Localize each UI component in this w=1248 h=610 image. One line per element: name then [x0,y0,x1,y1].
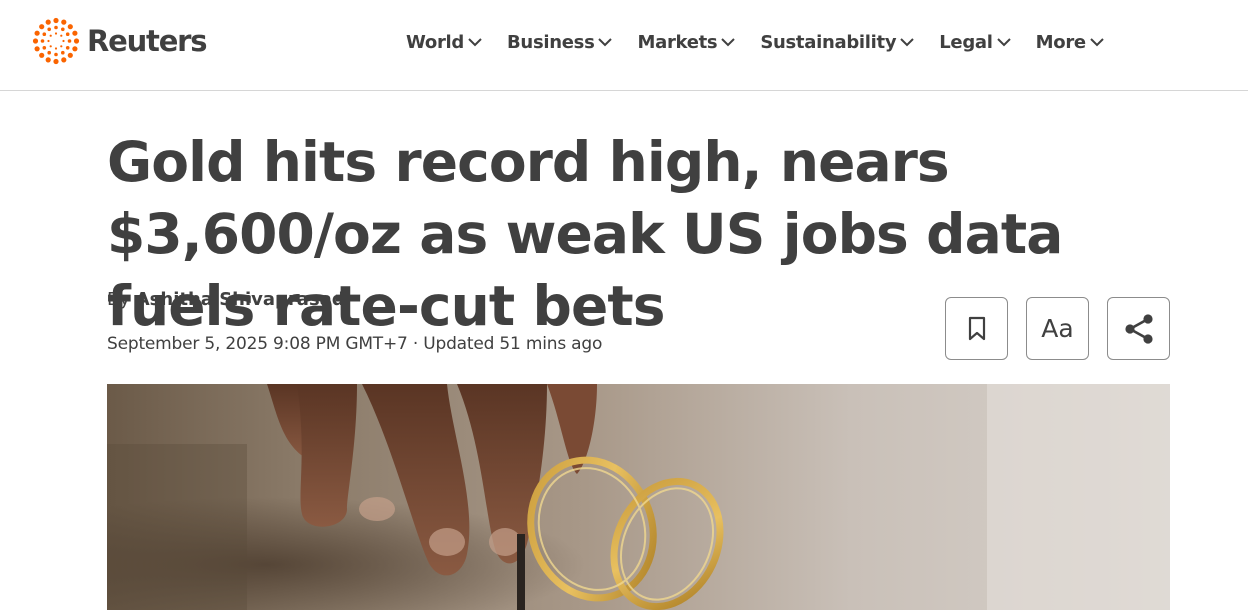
text-size-label: Aa [1041,314,1074,343]
nav-item-label: More [1035,31,1086,53]
byline: By Ashitha Shivaprasad [107,289,345,310]
chevron-down-icon [721,38,736,47]
reuters-logo[interactable]: Reuters [32,17,208,65]
share-button[interactable] [1107,297,1170,360]
bookmark-button[interactable] [945,297,1008,360]
chevron-down-icon [468,38,482,47]
chevron-down-icon [1090,38,1104,47]
nav-item-legal[interactable]: Legal [939,32,1011,53]
nav-item-label: Business [507,31,595,53]
article-tools: Aa [945,297,1170,360]
nav-item-markets[interactable]: Markets [637,32,736,53]
chevron-down-icon [900,38,914,47]
chevron-down-icon [598,38,613,47]
main-nav: World Business Markets Sustainability Le… [406,30,1105,54]
nav-item-more[interactable]: More [1036,32,1105,53]
bookmark-icon [968,316,985,340]
reuters-logo-icon [32,17,80,65]
logo-text: Reuters [87,24,208,58]
hero-image[interactable] [107,384,1170,610]
article-dateline: September 5, 2025 9:08 PM GMT+7 · Update… [107,334,603,354]
author-link[interactable]: Ashitha Shivaprasad [136,289,345,310]
nav-item-label: Markets [637,31,718,53]
nav-item-label: World [406,31,465,53]
nav-item-sustainability[interactable]: Sustainability [760,32,915,53]
share-icon [1124,313,1153,344]
site-header: Reuters World Business Markets Sustainab… [0,0,1248,91]
text-size-button[interactable]: Aa [1026,297,1089,360]
nav-item-business[interactable]: Business [507,32,613,53]
nav-item-label: Legal [939,31,993,53]
byline-prefix: By [107,289,131,310]
nav-item-world[interactable]: World [406,32,483,53]
hero-photo-gold-bangles [107,384,1170,610]
nav-item-label: Sustainability [760,31,897,53]
chevron-down-icon [996,38,1011,47]
